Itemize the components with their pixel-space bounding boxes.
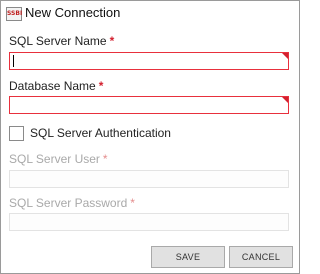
database-name-input[interactable] [9,96,289,114]
server-password-label-text: SQL Server Password [9,196,128,210]
cancel-button[interactable]: CANCEL [229,246,293,268]
text-caret [13,55,14,67]
new-connection-dialog: SSBI New Connection SQL Server Name * Dat… [0,0,300,274]
server-user-label: SQL Server User * [9,152,108,166]
server-name-required-mark: * [109,34,115,48]
database-name-label: Database Name * [9,79,103,93]
server-password-label: SQL Server Password * [9,196,135,210]
server-password-input[interactable] [9,213,289,231]
validation-error-icon [282,53,288,59]
sql-auth-label[interactable]: SQL Server Authentication [30,126,171,140]
window-title: New Connection [25,5,121,20]
server-password-required-mark: * [130,196,135,210]
title-bar[interactable]: SSBI New Connection [1,1,299,27]
validation-error-icon [282,97,288,103]
server-user-label-text: SQL Server User [9,152,100,166]
app-logo-icon: SSBI [6,7,22,21]
server-name-label-text: SQL Server Name [9,34,107,48]
save-button[interactable]: SAVE [151,246,225,268]
server-user-required-mark: * [102,152,108,166]
server-user-input[interactable] [9,170,289,188]
server-name-label: SQL Server Name * [9,34,114,48]
database-name-label-text: Database Name [9,79,96,93]
database-name-required-mark: * [98,79,104,93]
sql-auth-checkbox[interactable] [9,126,24,141]
server-name-input[interactable] [9,52,289,70]
